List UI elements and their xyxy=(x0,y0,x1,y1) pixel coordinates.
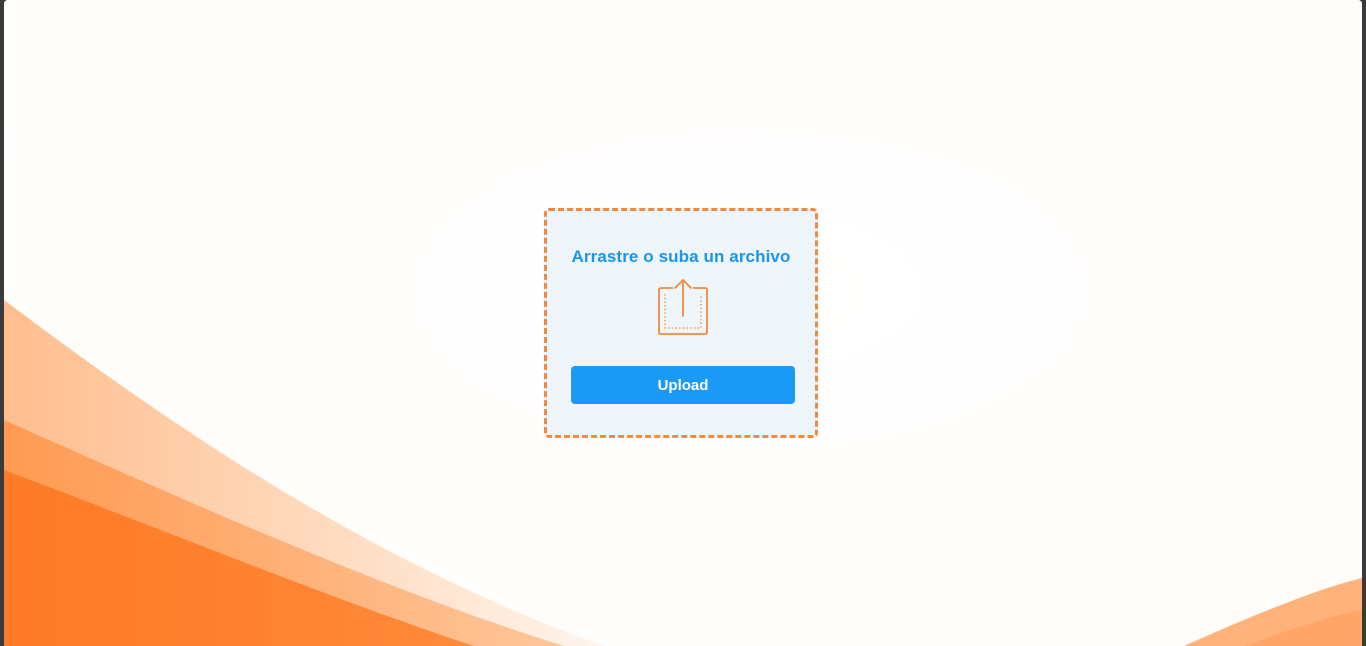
page-canvas: Arrastre o suba un archivo Upload xyxy=(4,0,1362,646)
upload-button[interactable]: Upload xyxy=(571,366,795,404)
drop-zone-title: Arrastre o suba un archivo xyxy=(571,247,791,266)
upload-icon xyxy=(658,279,708,335)
file-drop-zone[interactable]: Arrastre o suba un archivo Upload xyxy=(544,208,818,438)
